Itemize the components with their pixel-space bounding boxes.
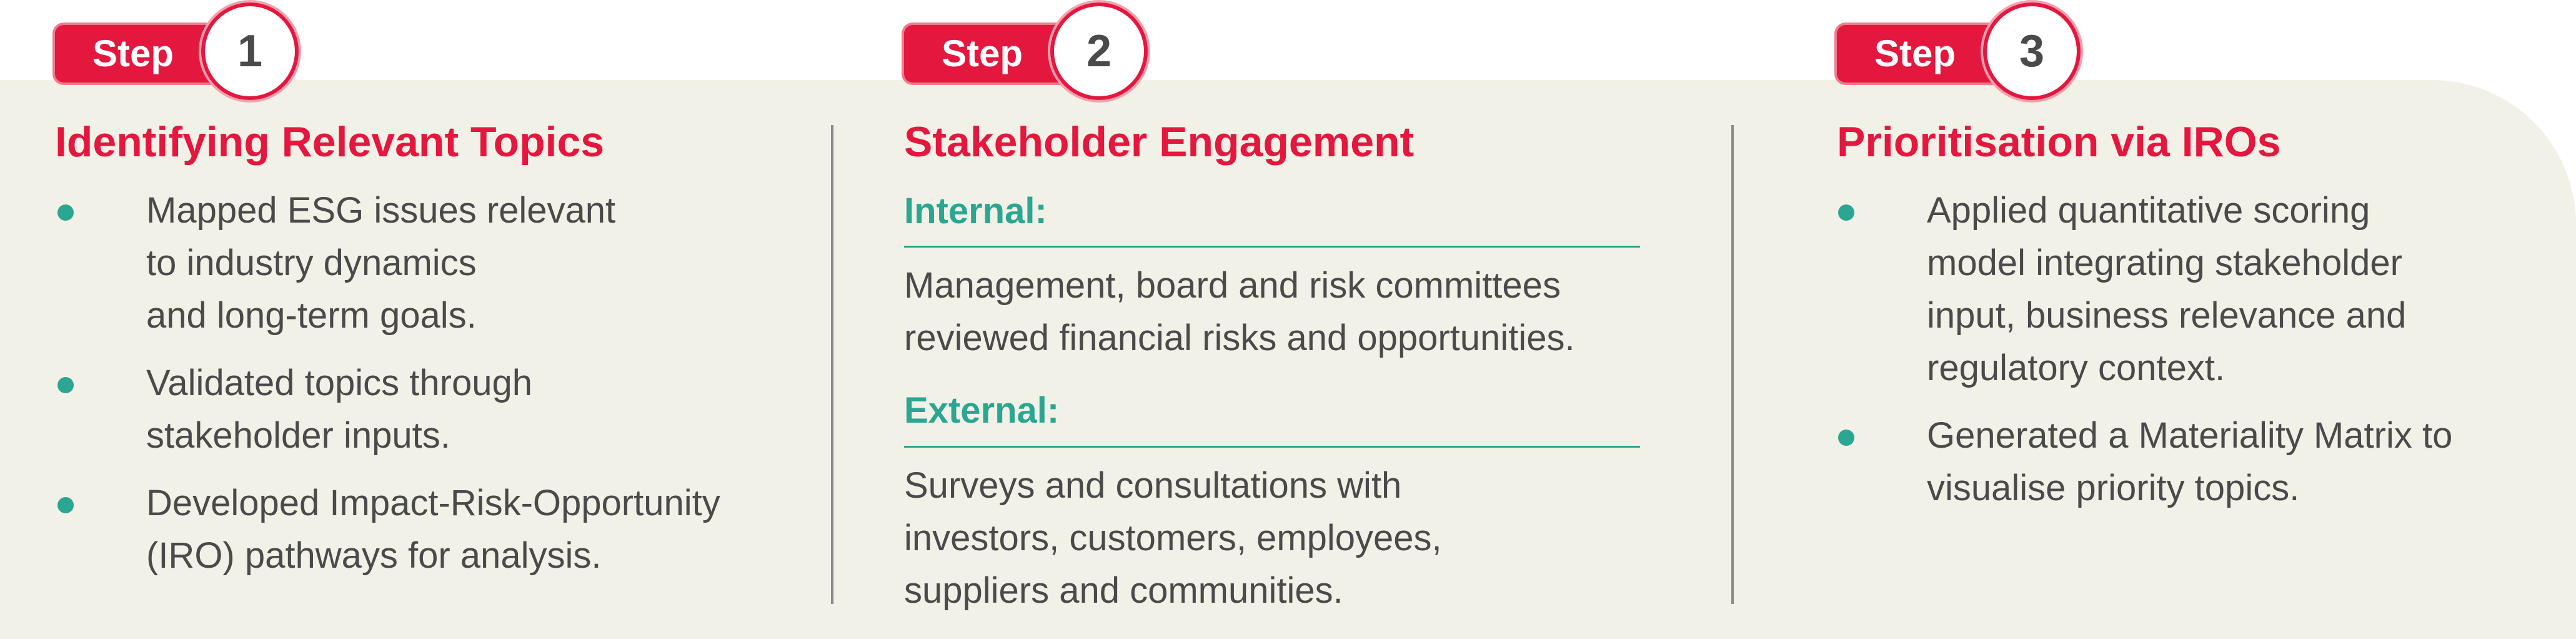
step-2-number: 2 (1054, 6, 1144, 96)
column-divider-1 (831, 125, 833, 604)
bullet-line: (IRO) pathways for analysis. (146, 535, 602, 576)
bullet-line: Mapped ESG issues relevant (146, 190, 616, 231)
bullet-line: visualise priority topics. (1927, 468, 2300, 508)
bullet-line: and long-term goals. (146, 295, 477, 336)
internal-rule (904, 246, 1640, 248)
bullet-dot-icon (57, 377, 74, 393)
step-3-number: 3 (1987, 6, 2077, 96)
bullet-line: regulatory context. (1927, 348, 2225, 388)
step-1-badge: Step 1 (55, 6, 305, 100)
bullet-dot-icon (1838, 430, 1854, 446)
step-3-bullet-2: Generated a Materiality Matrix to visual… (1838, 410, 2550, 515)
bullet-dot-icon (57, 204, 74, 221)
step-1-bullet-1: Mapped ESG issues relevant to industry d… (57, 184, 820, 342)
external-rule (904, 446, 1640, 448)
bullet-dot-icon (1838, 204, 1854, 221)
external-text: Surveys and consultations with investors… (904, 460, 1710, 617)
step-1-bullet-list: Mapped ESG issues relevant to industry d… (57, 184, 820, 597)
bullet-line: input, business relevance and (1927, 295, 2407, 336)
bullet-dot-icon (57, 497, 74, 513)
bullet-line: Generated a Materiality Matrix to (1927, 415, 2453, 456)
step-1-heading: Identifying Relevant Topics (55, 118, 605, 166)
step-1-bullet-2: Validated topics through stakeholder inp… (57, 357, 820, 462)
bullet-line: Validated topics through (146, 363, 533, 403)
internal-line: Management, board and risk committees (904, 265, 1561, 306)
column-divider-2 (1731, 125, 1734, 604)
bullet-line: Applied quantitative scoring (1927, 190, 2370, 231)
step-3-heading: Prioritisation via IROs (1837, 118, 2281, 166)
bullet-line: stakeholder inputs. (146, 415, 450, 456)
internal-text: Management, board and risk committees re… (904, 259, 1710, 365)
step-2-badge: Step 2 (904, 6, 1154, 100)
step-2-heading: Stakeholder Engagement (904, 118, 1415, 166)
external-label: External: (904, 390, 1060, 431)
external-line: Surveys and consultations with (904, 465, 1402, 506)
bullet-line: Developed Impact-Risk-Opportunity (146, 483, 720, 523)
external-line: investors, customers, employees, (904, 518, 1442, 558)
bullet-line: to industry dynamics (146, 243, 477, 283)
internal-line: reviewed financial risks and opportuniti… (904, 318, 1575, 358)
external-line: suppliers and communities. (904, 570, 1343, 611)
bullet-line: model integrating stakeholder (1927, 243, 2402, 283)
step-1-number: 1 (205, 6, 295, 96)
step-1-bullet-3: Developed Impact-Risk-Opportunity (IRO) … (57, 477, 820, 582)
step-3-bullet-1: Applied quantitative scoring model integ… (1838, 184, 2550, 395)
step-3-badge: Step 3 (1837, 6, 2087, 100)
internal-label: Internal: (904, 191, 1047, 231)
step-3-bullet-list: Applied quantitative scoring model integ… (1838, 184, 2550, 530)
